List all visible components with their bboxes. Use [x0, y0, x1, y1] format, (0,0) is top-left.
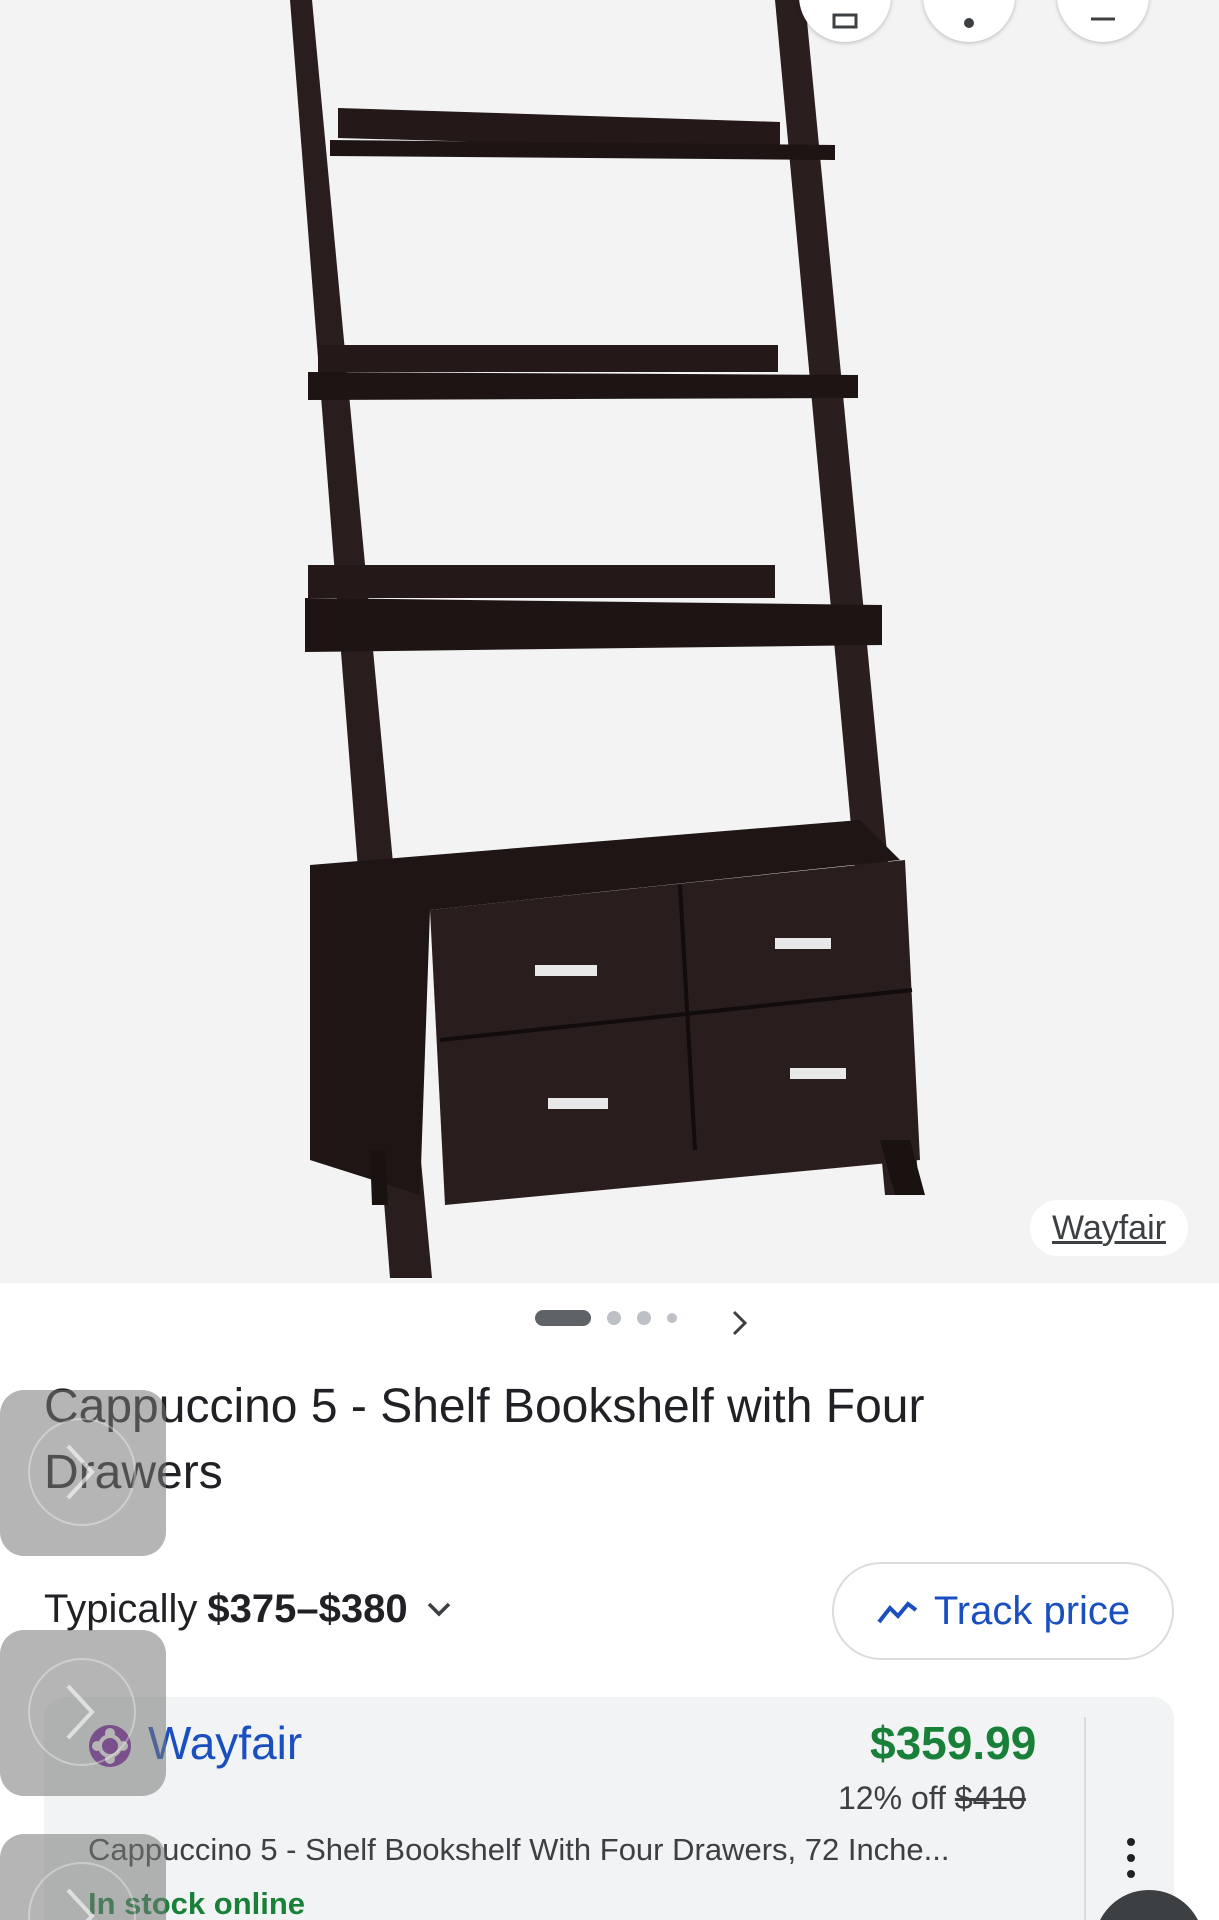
cart-icon	[1088, 16, 1118, 34]
product-image[interactable]: Wayfair	[0, 0, 1219, 1283]
product-title: Cappuccino 5 - Shelf Bookshelf with Four…	[44, 1380, 925, 1499]
track-price-button[interactable]: Track price	[832, 1562, 1174, 1660]
typical-price-toggle[interactable]: Typically $375–$380	[44, 1585, 456, 1633]
trend-icon	[877, 1601, 918, 1624]
offer-description[interactable]: Cappuccino 5 - Shelf Bookshelf With Four…	[88, 1832, 1028, 1868]
bookshelf-ladder-image	[290, 0, 925, 1278]
overlay-next-button[interactable]	[0, 1834, 166, 1920]
discount-info: 12% off $410	[838, 1780, 1026, 1817]
offer-price: $359.99	[870, 1717, 1037, 1769]
chevron-down-icon	[427, 1602, 450, 1617]
carousel-dot-active[interactable]	[535, 1310, 591, 1326]
save-button[interactable]	[799, 0, 891, 42]
more-button[interactable]	[923, 0, 1015, 42]
chevron-right-icon	[66, 1444, 95, 1500]
image-source-link[interactable]: Wayfair	[1030, 1200, 1188, 1256]
more-options-icon[interactable]	[1118, 1838, 1144, 1882]
more-icon	[963, 16, 975, 34]
carousel-dot[interactable]	[667, 1313, 677, 1323]
overlay-next-button[interactable]	[0, 1630, 166, 1796]
overlay-next-button[interactable]	[0, 1390, 166, 1556]
carousel-dot[interactable]	[637, 1311, 651, 1325]
image-actions	[799, 0, 1219, 45]
store-name-link[interactable]: Wayfair	[148, 1716, 302, 1770]
chevron-right-icon	[66, 1684, 95, 1740]
original-price: $410	[954, 1780, 1027, 1816]
cart-button[interactable]	[1057, 0, 1149, 42]
chevron-right-icon	[66, 1888, 95, 1920]
carousel-dot[interactable]	[607, 1311, 621, 1325]
offer-divider	[1084, 1717, 1086, 1920]
discount-percent: 12% off	[838, 1780, 946, 1816]
carousel-indicator	[535, 1310, 677, 1326]
save-icon	[830, 13, 860, 34]
chevron-right-icon[interactable]	[724, 1308, 754, 1338]
typical-price-range: $375–$380	[207, 1587, 408, 1631]
typical-label: Typically	[44, 1587, 198, 1631]
track-price-label: Track price	[933, 1588, 1131, 1633]
